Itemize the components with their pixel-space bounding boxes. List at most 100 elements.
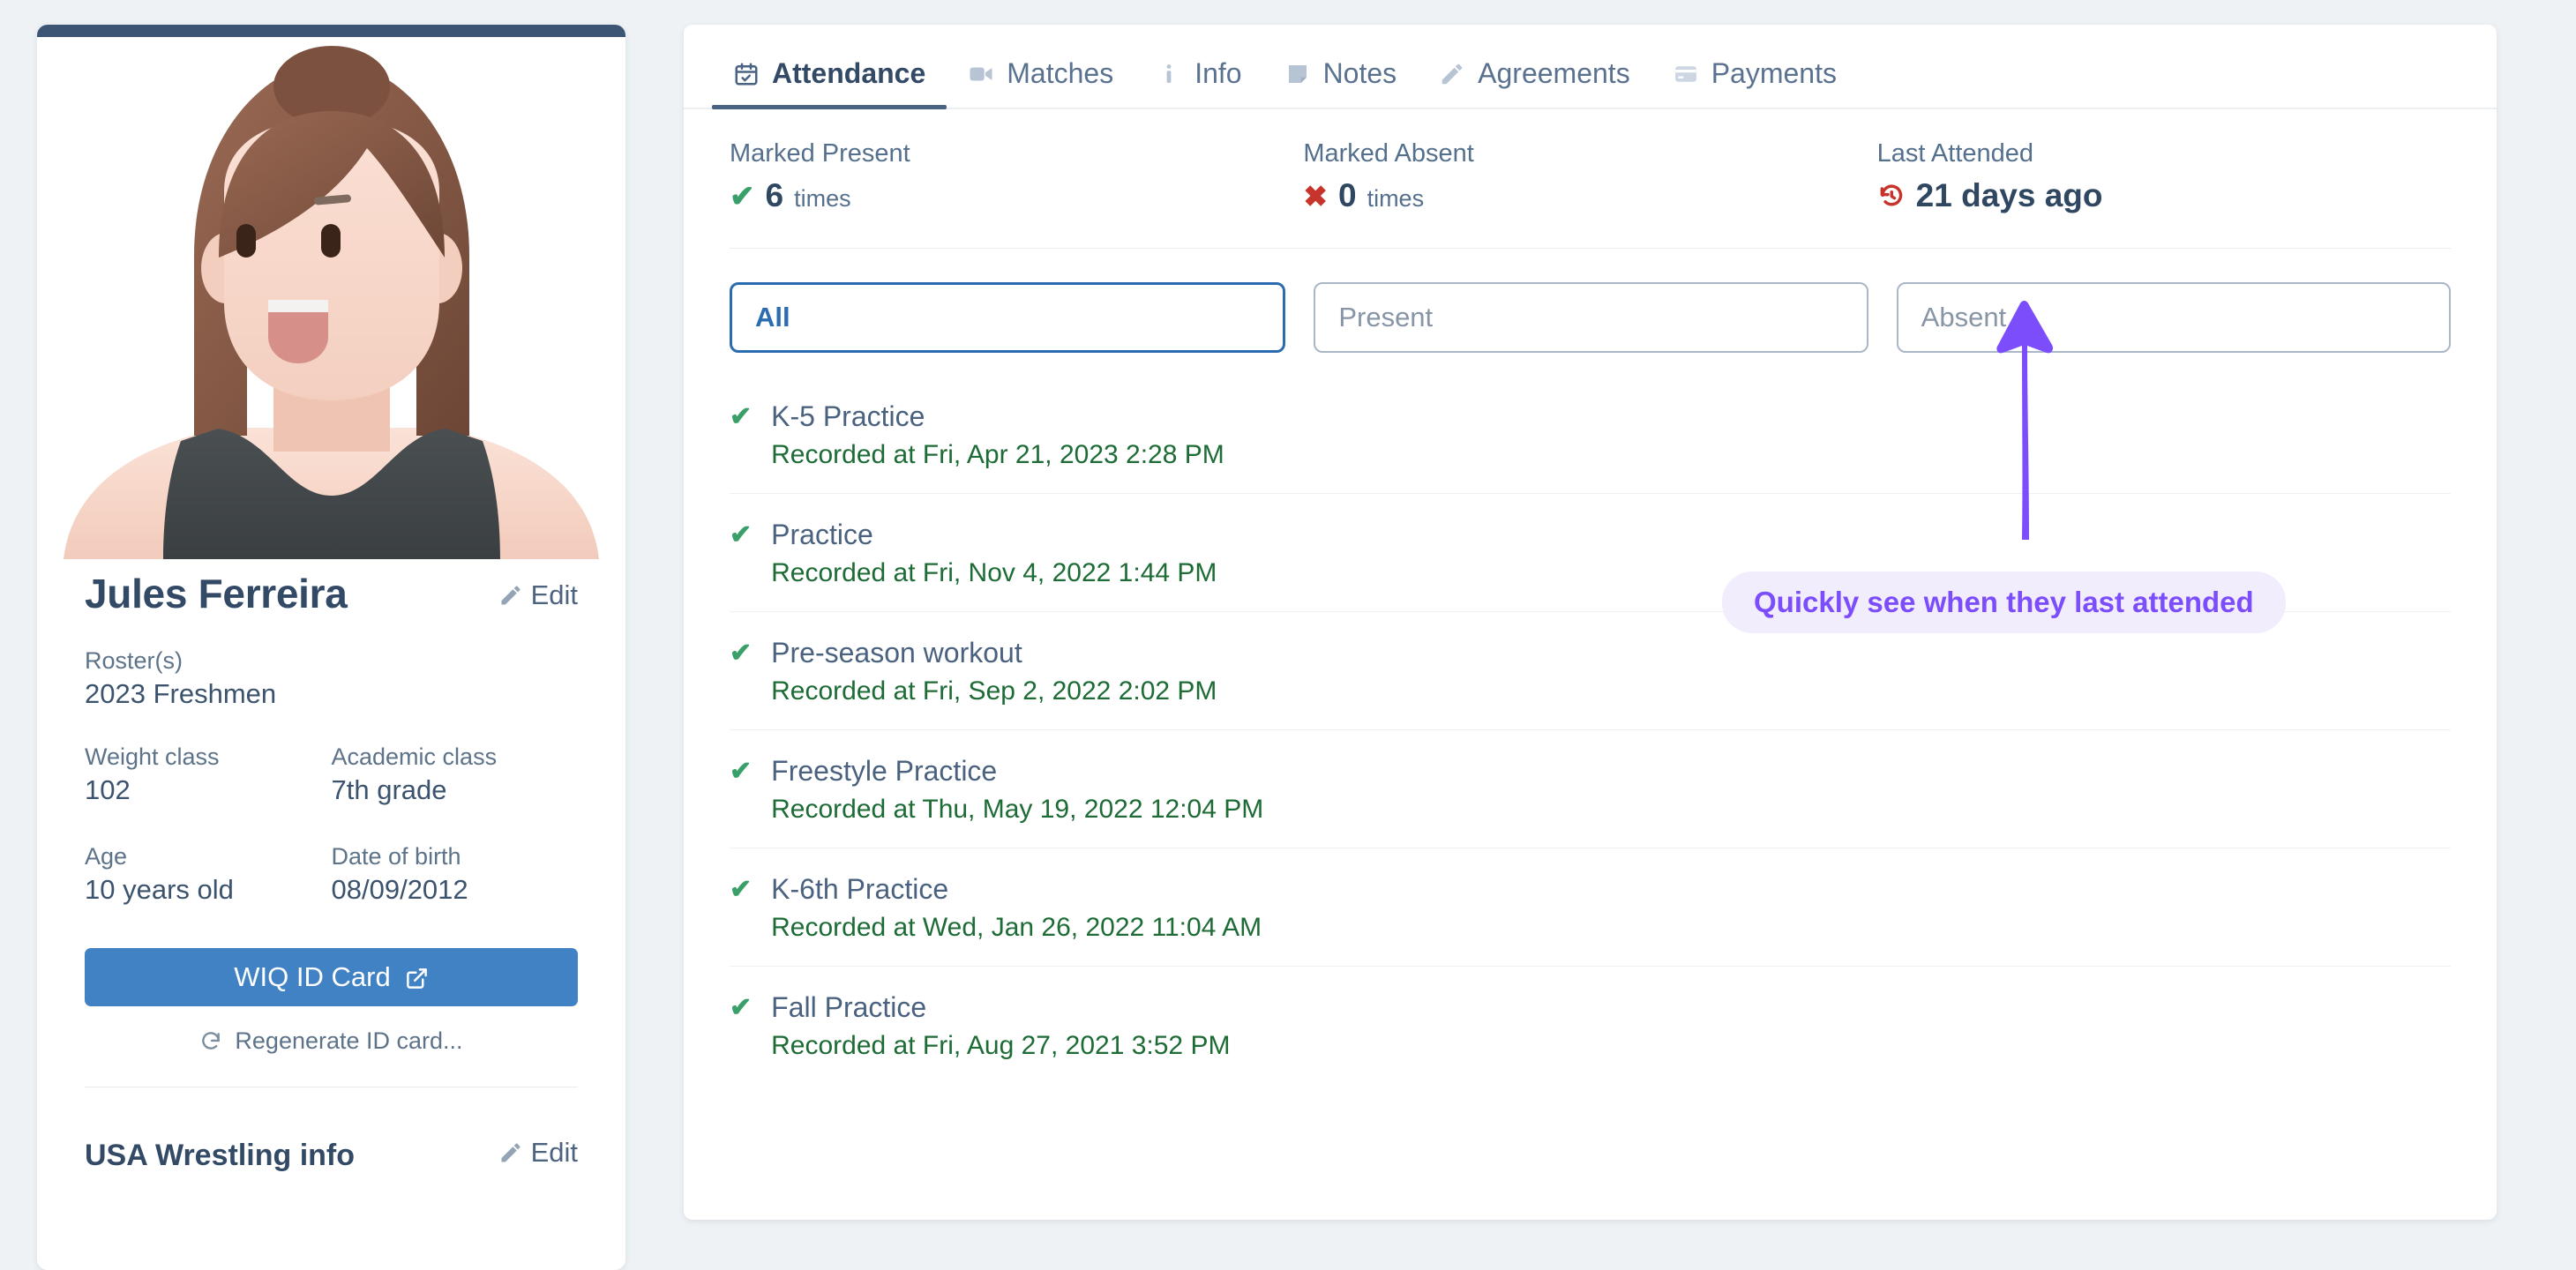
regenerate-id-card-label: Regenerate ID card... (235, 1027, 463, 1054)
edit-usa-wrestling-button[interactable]: Edit (498, 1137, 578, 1169)
roster-value: 2023 Freshmen (85, 678, 277, 709)
pencil-icon (498, 1140, 523, 1165)
annotation-callout-text: Quickly see when they last attended (1754, 586, 2254, 618)
profile-card: Jules Ferreira Edit Roster(s) 2023 Fresh… (37, 25, 625, 1270)
history-clock-icon (1877, 181, 1906, 209)
pencil-icon (498, 583, 523, 608)
filter-absent-label: Absent (1921, 302, 2007, 332)
attendance-event-title: K-5 Practice (771, 400, 925, 432)
present-check-icon: ✔ (730, 993, 753, 1022)
academic-class-value: 7th grade (331, 774, 447, 805)
present-check-icon: ✔ (730, 402, 753, 431)
age-label: Age (85, 843, 128, 870)
video-camera-icon (968, 61, 994, 87)
calendar-check-icon (733, 61, 760, 87)
note-icon (1284, 61, 1311, 87)
tab-agreements[interactable]: Agreements (1418, 57, 1651, 108)
stat-last-attended: Last Attended 21 days ago (1877, 139, 2451, 214)
stat-last-attended-value: 21 days ago (1915, 177, 2103, 213)
attendance-event-recorded: Recorded at Fri, Sep 2, 2022 2:02 PM (771, 676, 1217, 706)
app-page: Jules Ferreira Edit Roster(s) 2023 Fresh… (0, 0, 2576, 1270)
list-item[interactable]: ✔ Freestyle Practice Recorded at Thu, Ma… (730, 730, 2451, 848)
tab-attendance-label: Attendance (772, 57, 926, 89)
present-check-icon: ✔ (730, 757, 753, 786)
external-link-icon (405, 966, 429, 990)
filter-present-label: Present (1338, 302, 1434, 332)
class-fields: Weight class 102 Academic class 7th grad… (85, 743, 578, 806)
filter-all-button[interactable]: All (730, 282, 1286, 353)
list-item[interactable]: ✔ K-6th Practice Recorded at Wed, Jan 26… (730, 848, 2451, 967)
tab-info-label: Info (1194, 57, 1242, 89)
age-value: 10 years old (85, 874, 234, 905)
filter-all-label: All (755, 302, 790, 332)
attendance-event-recorded: Recorded at Wed, Jan 26, 2022 11:04 AM (771, 913, 1262, 942)
attendance-event-title: Freestyle Practice (771, 755, 998, 787)
page-title: Jules Ferreira (85, 571, 348, 616)
tab-payments[interactable]: Payments (1651, 57, 1858, 108)
present-check-icon: ✔ (730, 639, 753, 668)
edit-profile-label: Edit (530, 579, 578, 610)
refresh-icon (199, 1030, 222, 1053)
age-field: Age 10 years old (85, 843, 332, 906)
edit-profile-button[interactable]: Edit (498, 579, 578, 611)
profile-name-row: Jules Ferreira Edit (85, 570, 578, 617)
attendance-event-recorded: Recorded at Thu, May 19, 2022 12:04 PM (771, 795, 1264, 824)
list-item[interactable]: ✔ Fall Practice Recorded at Fri, Aug 27,… (730, 967, 2451, 1084)
tab-bar: Attendance Matches Info Notes Agreements… (684, 25, 2497, 109)
stat-marked-present: Marked Present ✔ 6 times (730, 139, 1303, 214)
tab-info[interactable]: Info (1134, 57, 1262, 108)
attendance-event-title: Practice (771, 519, 873, 550)
stat-marked-present-label: Marked Present (730, 139, 910, 168)
profile-card-accent-bar (37, 25, 625, 37)
stat-marked-present-unit: times (794, 185, 851, 212)
edit-usa-wrestling-label: Edit (530, 1137, 578, 1168)
tab-notes[interactable]: Notes (1263, 57, 1419, 108)
dob-value: 08/09/2012 (331, 874, 468, 905)
wiq-id-card-button[interactable]: WIQ ID Card (85, 948, 578, 1006)
stat-marked-present-value: 6 (765, 177, 784, 213)
stat-marked-absent-label: Marked Absent (1303, 139, 1474, 168)
present-check-icon: ✔ (730, 520, 753, 549)
academic-class-label: Academic class (331, 743, 498, 770)
attendance-stats: Marked Present ✔ 6 times Marked Absent ✖… (684, 109, 2497, 214)
tab-agreements-label: Agreements (1478, 57, 1630, 89)
dob-label: Date of birth (331, 843, 461, 870)
info-icon (1156, 61, 1182, 87)
profile-details: Jules Ferreira Edit Roster(s) 2023 Fresh… (37, 570, 625, 1199)
dob-field: Date of birth 08/09/2012 (332, 843, 579, 906)
attendance-event-title: Fall Practice (771, 991, 927, 1023)
tab-matches[interactable]: Matches (947, 57, 1134, 108)
roster-field: Roster(s) 2023 Freshmen (85, 647, 578, 710)
filter-present-button[interactable]: Present (1314, 282, 1868, 353)
list-item[interactable]: ✔ K-5 Practice Recorded at Fri, Apr 21, … (730, 376, 2451, 494)
usa-wrestling-title: USA Wrestling info (85, 1139, 355, 1172)
check-icon: ✔ (730, 180, 755, 213)
weight-class-field: Weight class 102 (85, 743, 332, 806)
weight-class-value: 102 (85, 774, 131, 805)
stat-last-attended-label: Last Attended (1876, 139, 2034, 168)
attendance-event-recorded: Recorded at Fri, Nov 4, 2022 1:44 PM (771, 558, 1217, 587)
usa-wrestling-section-header: USA Wrestling info Edit (85, 1137, 578, 1173)
attendance-list: ✔ K-5 Practice Recorded at Fri, Apr 21, … (684, 353, 2497, 1084)
regenerate-id-card-button[interactable]: Regenerate ID card... (85, 1027, 578, 1055)
present-check-icon: ✔ (730, 875, 753, 904)
academic-class-field: Academic class 7th grade (332, 743, 579, 806)
attendance-event-recorded: Recorded at Fri, Aug 27, 2021 3:52 PM (771, 1031, 1231, 1060)
tab-attendance[interactable]: Attendance (712, 57, 947, 109)
tab-notes-label: Notes (1322, 57, 1397, 89)
annotation-callout: Quickly see when they last attended (1722, 572, 2286, 633)
avatar (37, 37, 625, 559)
stat-marked-absent: Marked Absent ✖ 0 times (1303, 139, 1876, 214)
tab-payments-label: Payments (1711, 57, 1837, 89)
weight-class-label: Weight class (85, 743, 220, 770)
x-icon: ✖ (1303, 180, 1328, 213)
wiq-id-card-label: WIQ ID Card (234, 961, 391, 992)
attendance-filter-group: All Present Absent (684, 249, 2497, 353)
filter-absent-button[interactable]: Absent (1896, 282, 2451, 353)
attendance-event-title: K-6th Practice (771, 873, 949, 905)
tab-matches-label: Matches (1007, 57, 1114, 89)
stat-marked-absent-unit: times (1367, 185, 1425, 212)
pencil-icon (1439, 61, 1465, 87)
stat-marked-absent-value: 0 (1337, 177, 1357, 213)
attendance-event-title: Pre-season workout (771, 637, 1022, 669)
